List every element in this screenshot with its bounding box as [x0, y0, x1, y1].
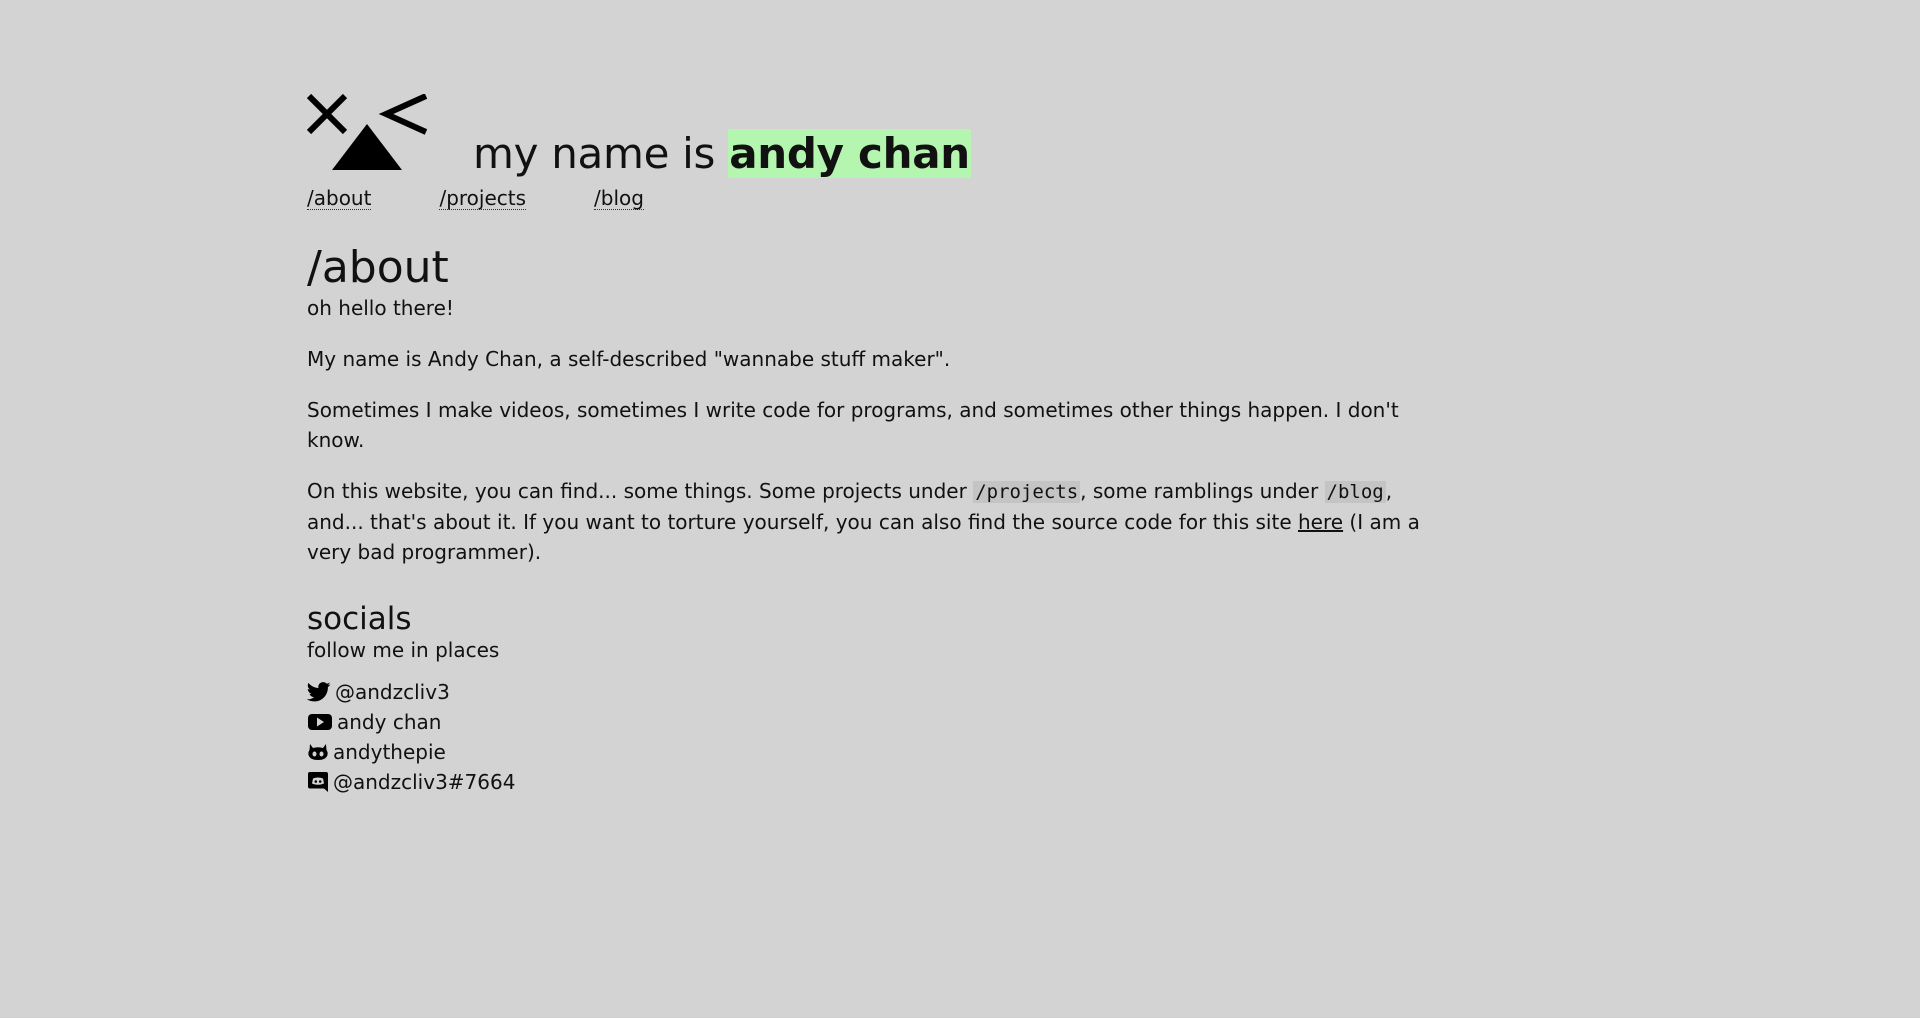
description-text: Sometimes I make videos, sometimes I wri… — [307, 398, 1399, 452]
social-item-twitter[interactable]: @andzcliv3 — [307, 677, 1437, 707]
site-info-part1: On this website, you can find... some th… — [307, 479, 974, 503]
twitter-icon — [307, 681, 331, 703]
source-code-link[interactable]: here — [1298, 510, 1343, 534]
nav-link-blog[interactable]: /blog — [594, 187, 644, 210]
main-nav: /about /projects /blog — [307, 183, 1437, 213]
socials-list: @andzcliv3 andy chan andythepie @andzcli… — [307, 677, 1437, 797]
page: my name is andy chan /about /projects /b… — [307, 94, 1437, 797]
social-label-twitter: @andzcliv3 — [335, 680, 450, 704]
header: my name is andy chan — [307, 94, 1437, 183]
social-item-youtube[interactable]: andy chan — [307, 707, 1437, 737]
site-info-text: On this website, you can find... some th… — [307, 476, 1437, 567]
site-info-part2: , some ramblings under — [1080, 479, 1325, 503]
code-blog: /blog — [1324, 481, 1386, 503]
socials-heading: socials — [307, 601, 412, 637]
youtube-icon — [307, 712, 333, 732]
site-title-name: andy chan — [728, 129, 971, 178]
nav-link-about[interactable]: /about — [307, 187, 372, 210]
social-item-github[interactable]: andythepie — [307, 737, 1437, 767]
squinting-face-logo-icon — [307, 94, 427, 170]
greeting-text: oh hello there! — [307, 296, 454, 320]
socials-subtitle: follow me in places — [307, 638, 500, 662]
social-label-github: andythepie — [333, 740, 446, 764]
site-title: my name is andy chan — [473, 125, 971, 183]
code-projects: /projects — [973, 481, 1081, 503]
intro-text: My name is Andy Chan, a self-described "… — [307, 347, 951, 371]
social-item-discord[interactable]: @andzcliv3#7664 — [307, 767, 1437, 797]
social-label-youtube: andy chan — [337, 710, 442, 734]
social-label-discord: @andzcliv3#7664 — [333, 770, 516, 794]
nav-link-projects[interactable]: /projects — [439, 187, 527, 210]
page-heading: /about — [307, 242, 449, 293]
site-title-prefix: my name is — [473, 129, 729, 178]
discord-icon — [307, 771, 329, 793]
github-icon — [307, 742, 329, 762]
